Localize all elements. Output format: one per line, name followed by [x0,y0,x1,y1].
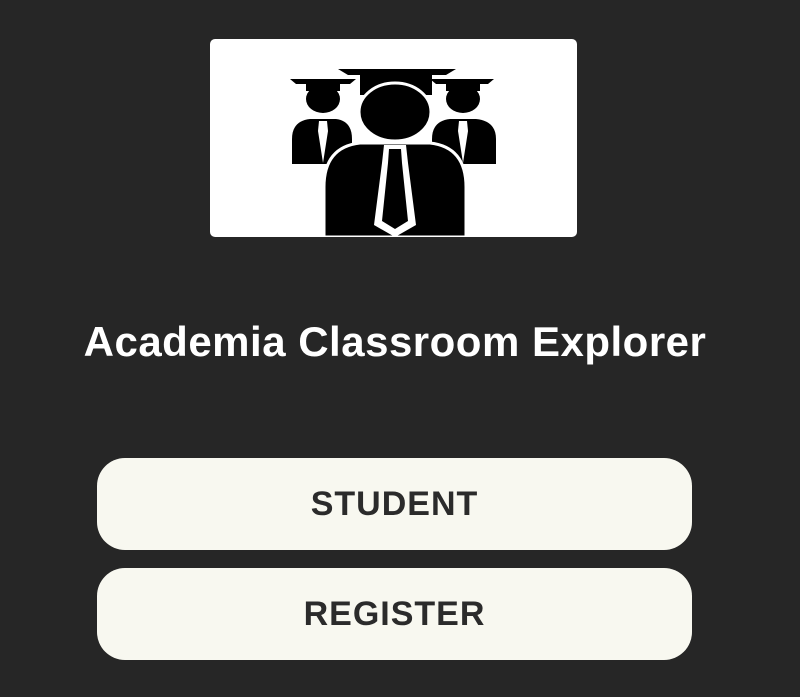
register-button[interactable]: REGISTER [97,568,692,660]
graduates-group-icon [290,69,496,237]
welcome-screen: Academia Classroom Explorer STUDENT REGI… [0,0,800,697]
student-button[interactable]: STUDENT [97,458,692,550]
app-title: Academia Classroom Explorer [83,318,707,365]
app-logo [210,39,577,237]
